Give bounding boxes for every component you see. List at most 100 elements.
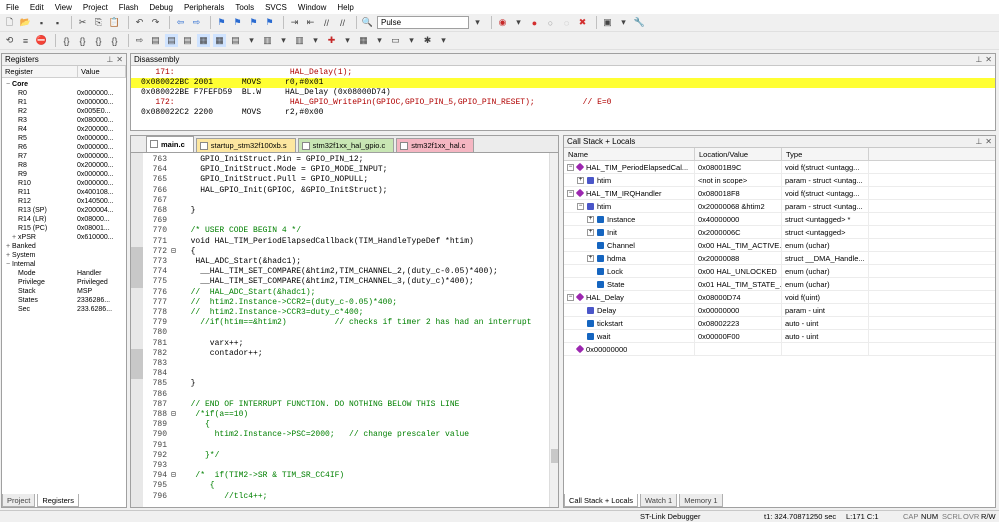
fold-icon[interactable]: ⊟ bbox=[171, 247, 181, 257]
comment-icon[interactable]: // bbox=[320, 16, 333, 29]
callstack-row[interactable]: + htim <not in scope> param - struct <untag… bbox=[564, 174, 995, 187]
code-line[interactable]: 769 bbox=[131, 216, 551, 226]
register-row[interactable]: R5 0x000000... bbox=[2, 134, 126, 143]
trace-window-icon[interactable]: ▦ bbox=[357, 34, 370, 47]
dropdown-icon[interactable]: ▾ bbox=[437, 34, 450, 47]
command-window-icon[interactable]: ▤ bbox=[149, 34, 162, 47]
register-row[interactable]: R12 0x140500... bbox=[2, 197, 126, 206]
disassembly-line[interactable]: 0x080022C2 2200 MOVS r2,#0x00 bbox=[131, 108, 995, 118]
undo-icon[interactable]: ↶ bbox=[133, 16, 146, 29]
code-line[interactable]: 775 __HAL_TIM_SET_COMPARE(&htim2,TIM_CHA… bbox=[131, 277, 551, 287]
save-icon[interactable]: ▪ bbox=[35, 16, 48, 29]
register-row[interactable]: + Banked bbox=[2, 242, 126, 251]
code-line[interactable]: 791 bbox=[131, 441, 551, 451]
register-row[interactable]: R13 (SP) 0x200004... bbox=[2, 206, 126, 215]
call-stack-window-icon[interactable]: ▦ bbox=[213, 34, 226, 47]
tab-stm32f1xx-hal-c[interactable]: stm32f1xx_hal.c bbox=[396, 138, 475, 152]
register-row[interactable]: − Core bbox=[2, 80, 126, 89]
tab-call-stack-locals[interactable]: Call Stack + Locals bbox=[564, 494, 638, 507]
callstack-row[interactable]: wait 0x00000F00 auto - uint bbox=[564, 330, 995, 343]
callstack-row[interactable]: 0x00000000 bbox=[564, 343, 995, 356]
code-line[interactable]: 774 __HAL_TIM_SET_COMPARE(&htim2,TIM_CHA… bbox=[131, 267, 551, 277]
tab-startup-stm32f100xb-s[interactable]: startup_stm32f100xb.s bbox=[195, 138, 296, 152]
callstack-row[interactable]: State 0x01 HAL_TIM_STATE_... enum (uchar) bbox=[564, 278, 995, 291]
tab-project[interactable]: Project bbox=[2, 494, 36, 507]
system-viewer-icon[interactable]: ▭ bbox=[389, 34, 402, 47]
register-row[interactable]: + System bbox=[2, 251, 126, 260]
target-combo[interactable]: Pulse bbox=[377, 16, 469, 29]
code-line[interactable]: 789 { bbox=[131, 420, 551, 430]
memory-window-icon[interactable]: ▥ bbox=[261, 34, 274, 47]
register-row[interactable]: Mode Handler bbox=[2, 269, 126, 278]
nav-back-icon[interactable]: ⇦ bbox=[174, 16, 187, 29]
register-row[interactable]: − Internal bbox=[2, 260, 126, 269]
close-icon[interactable]: ✕ bbox=[985, 55, 992, 64]
dropdown-icon[interactable]: ▾ bbox=[512, 16, 525, 29]
menu-item-tools[interactable]: Tools bbox=[235, 3, 254, 12]
step-out-icon[interactable]: {} bbox=[92, 34, 105, 47]
expand-toggle-icon[interactable]: − bbox=[567, 293, 574, 301]
register-row[interactable]: Sec 233.6286... bbox=[2, 305, 126, 314]
fold-icon[interactable]: ⊟ bbox=[171, 410, 181, 420]
expand-toggle-icon[interactable]: + bbox=[587, 215, 594, 223]
col-name[interactable]: Name bbox=[564, 148, 695, 160]
bookmark-prev-icon[interactable]: ⚑ bbox=[231, 16, 244, 29]
show-next-statement-icon[interactable]: ⇨ bbox=[133, 34, 146, 47]
register-row[interactable]: R2 0x005E0... bbox=[2, 107, 126, 116]
code-line[interactable]: 792 }*/ bbox=[131, 451, 551, 461]
register-row[interactable]: R14 (LR) 0x08000... bbox=[2, 215, 126, 224]
disassembly-line[interactable]: 0x080022BE F7FEFD59 BL.W HAL_Delay (0x08… bbox=[131, 88, 995, 98]
nav-forward-icon[interactable]: ⇨ bbox=[190, 16, 203, 29]
callstack-row[interactable]: + hdma 0x20000088 struct __DMA_Handle... bbox=[564, 252, 995, 265]
dropdown-icon[interactable]: ▾ bbox=[373, 34, 386, 47]
code-line[interactable]: 772 ⊟ { bbox=[131, 247, 551, 257]
register-row[interactable]: R10 0x000000... bbox=[2, 179, 126, 188]
callstack-row[interactable]: − HAL_TIM_PeriodElapsedCal... 0x08001B9C vo… bbox=[564, 161, 995, 174]
callstack-row[interactable]: + Instance 0x40000000 struct <untagged> * bbox=[564, 213, 995, 226]
col-value[interactable]: Value bbox=[78, 66, 126, 77]
callstack-row[interactable]: Lock 0x00 HAL_UNLOCKED enum (uchar) bbox=[564, 265, 995, 278]
toolbox-icon[interactable]: ✱ bbox=[421, 34, 434, 47]
save-all-icon[interactable]: ▪ bbox=[51, 16, 64, 29]
dropdown-icon[interactable]: ▾ bbox=[277, 34, 290, 47]
code-line[interactable]: 778 // htim2.Instance->CCR3=duty_c*400; bbox=[131, 308, 551, 318]
code-line[interactable]: 794 ⊟ /* if(TIM2->SR & TIM_SR_CC4IF) bbox=[131, 471, 551, 481]
code-line[interactable]: 777 // htim2.Instance->CCR2=(duty_c-0.05… bbox=[131, 298, 551, 308]
debug-session-icon[interactable]: ◉ bbox=[496, 16, 509, 29]
expand-toggle-icon[interactable]: + bbox=[587, 228, 594, 236]
menu-item-peripherals[interactable]: Peripherals bbox=[184, 3, 224, 12]
register-row[interactable]: R9 0x000000... bbox=[2, 170, 126, 179]
register-row[interactable]: States 2336286... bbox=[2, 296, 126, 305]
disassembly-lines[interactable]: 171: HAL_Delay(1); 0x080022BC 2001 MOVS r… bbox=[131, 66, 995, 118]
code-line[interactable]: 780 bbox=[131, 328, 551, 338]
menu-item-view[interactable]: View bbox=[55, 3, 72, 12]
menu-item-window[interactable]: Window bbox=[298, 3, 326, 12]
menu-item-edit[interactable]: Edit bbox=[30, 3, 44, 12]
unindent-icon[interactable]: ⇤ bbox=[304, 16, 317, 29]
code-line[interactable]: 771 void HAL_TIM_PeriodElapsedCallback(T… bbox=[131, 237, 551, 247]
code-line[interactable]: 765 GPIO_InitStruct.Pull = GPIO_NOPULL; bbox=[131, 175, 551, 185]
code-line[interactable]: 779 //if(htim==&htim2) // checks if time… bbox=[131, 318, 551, 328]
bookmark-clear-icon[interactable]: ⚑ bbox=[263, 16, 276, 29]
paste-icon[interactable]: 📋 bbox=[108, 16, 121, 29]
dropdown-icon[interactable]: ▾ bbox=[405, 34, 418, 47]
expand-toggle-icon[interactable]: + bbox=[577, 176, 584, 184]
menu-item-debug[interactable]: Debug bbox=[149, 3, 173, 12]
register-row[interactable]: R6 0x000000... bbox=[2, 143, 126, 152]
analysis-window-icon[interactable]: ✚ bbox=[325, 34, 338, 47]
dropdown-icon[interactable]: ▾ bbox=[341, 34, 354, 47]
callstack-row[interactable]: Delay 0x00000000 param - uint bbox=[564, 304, 995, 317]
close-icon[interactable]: ✕ bbox=[985, 137, 992, 146]
uncomment-icon[interactable]: // bbox=[336, 16, 349, 29]
copy-icon[interactable]: ⎘ bbox=[92, 16, 105, 29]
breakpoint-insert-icon[interactable]: ● bbox=[528, 16, 541, 29]
code-line[interactable]: 770 /* USER CODE BEGIN 4 */ bbox=[131, 226, 551, 236]
disassembly-line[interactable]: 0x080022BC 2001 MOVS r0,#0x01 bbox=[131, 78, 995, 88]
step-into-icon[interactable]: {} bbox=[60, 34, 73, 47]
expand-toggle-icon[interactable]: − bbox=[567, 189, 574, 197]
step-over-icon[interactable]: {} bbox=[76, 34, 89, 47]
code-line[interactable]: 784 bbox=[131, 369, 551, 379]
breakpoint-disable-all-icon[interactable]: ◌ bbox=[560, 16, 573, 29]
dropdown-icon[interactable]: ▾ bbox=[617, 16, 630, 29]
callstack-row[interactable]: tickstart 0x08002223 auto - uint bbox=[564, 317, 995, 330]
